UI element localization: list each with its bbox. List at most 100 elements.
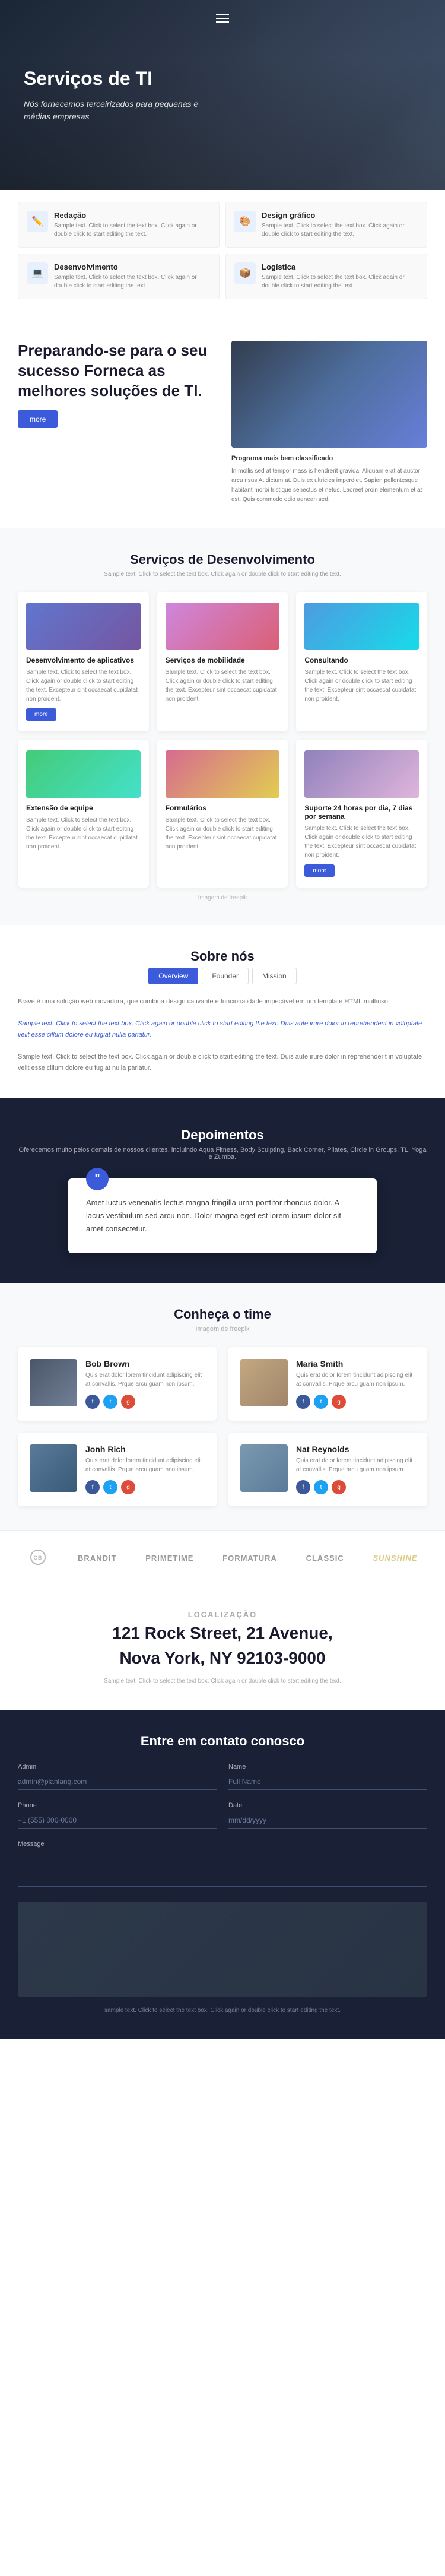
google-icon-nat[interactable]: g [332,1480,346,1494]
dev-card-title-5: Formulários [166,804,280,812]
social-icons-jonh: f t g [85,1480,205,1494]
hero-section: Serviços de TI Nós fornecemos terceiriza… [0,0,445,190]
service-desc-dev: Sample text. Click to select the text bo… [54,274,211,290]
service-item-redacao: ✏️ Redação Sample text. Click to select … [18,202,220,248]
partner-logo-cb: CB [27,1548,49,1568]
about-desc1: Brave é uma solução web inovadora, que c… [18,996,427,1007]
dev-card-btn-1[interactable]: more [26,708,56,721]
dev-card-title-3: Consultando [304,656,419,664]
about-desc3: Sample text. Click to select the text bo… [18,1051,427,1073]
dev-card-title-2: Serviços de mobilidade [166,656,280,664]
dev-card-4: Extensão de equipe Sample text. Click to… [18,740,149,888]
contact-admin-input[interactable] [18,1774,217,1790]
contact-admin-label: Admin [18,1763,217,1770]
service-text-design: Design gráfico Sample text. Click to sel… [262,211,418,239]
location-address1: 121 Rock Street, 21 Avenue, [18,1623,427,1644]
dev-card-1: Desenvolvimento de aplicativos Sample te… [18,592,149,731]
contact-phone-label: Phone [18,1802,217,1809]
contact-message-input[interactable] [18,1851,427,1887]
service-desc-redacao: Sample text. Click to select the text bo… [54,222,211,239]
team-name-nat: Nat Reynolds [296,1444,415,1454]
facebook-icon-nat[interactable]: f [296,1480,310,1494]
contact-date-label: Date [228,1802,427,1809]
tab-founder[interactable]: Founder [202,968,249,984]
team-info-bob: Bob Brown Quis erat dolor lorem tincidun… [85,1359,205,1409]
partner-logo-classic: CLASSIC [306,1554,344,1563]
dev-services-title: Serviços de Desenvolvimento [18,552,427,568]
tab-mission[interactable]: Mission [252,968,297,984]
contact-name-input[interactable] [228,1774,427,1790]
location-label: Localização [18,1610,427,1619]
tab-overview[interactable]: Overview [148,968,198,984]
team-desc-maria: Quis erat dolor lorem tincidunt adipisci… [296,1371,415,1389]
hero-subtitle: Nós fornecemos terceirizados para pequen… [24,98,225,123]
testimonials-names: Oferecemos muito pelos demais de nossos … [18,1146,427,1161]
location-section: Localização 121 Rock Street, 21 Avenue, … [0,1586,445,1710]
contact-form-grid: Admin Name Phone Date [18,1763,427,1829]
partner-logo-formatura: formatura [223,1554,277,1563]
testimonials-section: Depoimentos Oferecemos muito pelos demai… [0,1098,445,1283]
preparing-right: Programa mais bem classificado In mollis… [231,341,427,505]
dev-card-6: Suporte 24 horas por dia, 7 dias por sem… [296,740,427,888]
service-title-dev: Desenvolvimento [54,262,211,271]
location-address2: Nova York, NY 92103-9000 [18,1647,427,1669]
dev-card-btn-6[interactable]: more [304,864,335,877]
twitter-icon-bob[interactable]: t [103,1395,117,1409]
service-text-logistica: Logística Sample text. Click to select t… [262,262,418,290]
hero-title: Serviços de TI [24,67,225,90]
preparing-more-button[interactable]: more [18,410,58,428]
dev-card-desc-3: Sample text. Click to select the text bo… [304,668,419,704]
menu-button[interactable] [214,9,231,27]
social-icons-bob: f t g [85,1395,205,1409]
testimonial-card: " Amet luctus venenatis lectus magna fri… [68,1178,377,1253]
dev-card-title-1: Desenvolvimento de aplicativos [26,656,141,664]
facebook-icon-bob[interactable]: f [85,1395,100,1409]
team-card-bob: Bob Brown Quis erat dolor lorem tincidun… [18,1347,217,1421]
service-desc-logistica: Sample text. Click to select the text bo… [262,274,418,290]
service-title-redacao: Redação [54,211,211,220]
contact-phone-input[interactable] [18,1813,217,1829]
contact-date-input[interactable] [228,1813,427,1829]
avatar-nat [240,1444,288,1492]
about-content: Brave é uma solução web inovadora, que c… [18,996,427,1074]
google-icon-maria[interactable]: g [332,1395,346,1409]
avatar-jonh [30,1444,77,1492]
twitter-icon-nat[interactable]: t [314,1480,328,1494]
contact-section: Entre em contato conosco Admin Name Phon… [0,1710,445,2039]
dev-card-2: Serviços de mobilidade Sample text. Clic… [157,592,288,731]
google-icon-jonh[interactable]: g [121,1480,135,1494]
contact-name-group: Name [228,1763,427,1790]
dev-card-5: Formulários Sample text. Click to select… [157,740,288,888]
service-text-redacao: Redação Sample text. Click to select the… [54,211,211,239]
preparing-image [231,341,427,448]
google-icon-bob[interactable]: g [121,1395,135,1409]
avatar-bob [30,1359,77,1406]
team-name-bob: Bob Brown [85,1359,205,1368]
twitter-icon-maria[interactable]: t [314,1395,328,1409]
dev-card-desc-5: Sample text. Click to select the text bo… [166,816,280,851]
facebook-icon-jonh[interactable]: f [85,1480,100,1494]
twitter-icon-jonh[interactable]: t [103,1480,117,1494]
facebook-icon-maria[interactable]: f [296,1395,310,1409]
about-section: Sobre nós Overview Founder Mission Brave… [0,925,445,1098]
location-sample: Sample text. Click to select the text bo… [18,1677,427,1686]
dev-card-3: Consultando Sample text. Click to select… [296,592,427,731]
preparing-left: Preparando-se para o seu sucesso Forneca… [18,341,214,428]
team-name-maria: Maria Smith [296,1359,415,1368]
team-desc-bob: Quis erat dolor lorem tincidunt adipisci… [85,1371,205,1389]
team-info-nat: Nat Reynolds Quis erat dolor lorem tinci… [296,1444,415,1494]
redacao-icon: ✏️ [27,211,48,232]
dev-card-img-4 [26,750,141,798]
preparing-title: Preparando-se para o seu sucesso Forneca… [18,341,214,401]
contact-phone-group: Phone [18,1802,217,1829]
dev-services-grid: Desenvolvimento de aplicativos Sample te… [18,592,427,888]
partners-section: CB BRANDIT PRIMETIME formatura CLASSIC S… [0,1530,445,1586]
partner-logo-primetime: PRIMETIME [145,1554,193,1563]
partner-logo-sunshine: Sunshine [373,1554,417,1563]
about-title: Sobre nós [18,949,427,964]
dev-card-desc-6: Sample text. Click to select the text bo… [304,824,419,860]
contact-title: Entre em contato conosco [18,1734,427,1749]
contact-image [18,1902,427,1997]
dev-card-title-6: Suporte 24 horas por dia, 7 dias por sem… [304,804,419,820]
contact-message-label: Message [18,1840,427,1848]
